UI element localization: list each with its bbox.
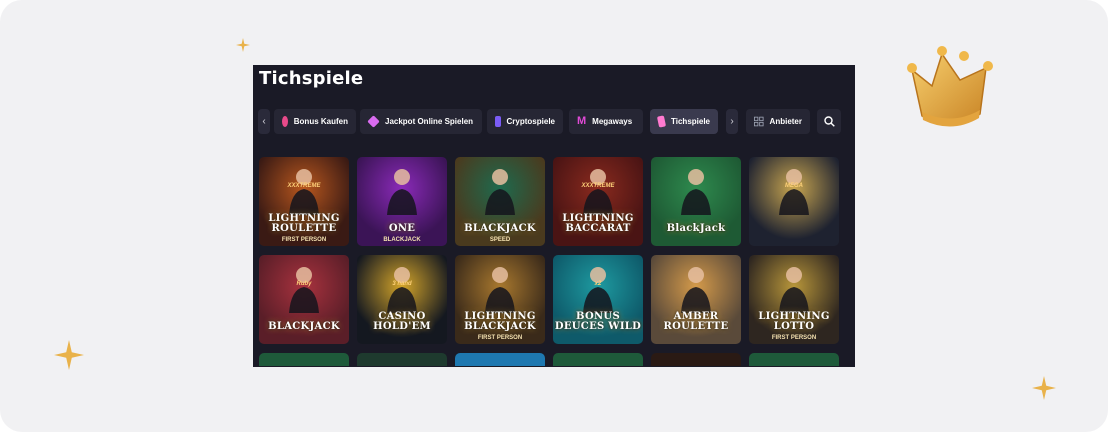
megaways-icon: M: [577, 115, 587, 127]
search-icon: [823, 116, 835, 127]
game-tag: x2: [594, 281, 602, 287]
dealer-figure: [777, 165, 811, 215]
sparkle-icon: [1032, 376, 1056, 400]
game-category-panel: Tichspiele ‹ Bonus Kaufen Jackpot Online…: [253, 65, 855, 367]
chevron-left-icon[interactable]: ‹: [258, 109, 270, 134]
chip-label: Megaways: [592, 117, 633, 126]
game-title: BONUS DEUCES WILD: [554, 311, 642, 332]
game-tile[interactable]: MEGA: [749, 157, 839, 246]
chevron-right-icon[interactable]: ›: [726, 109, 738, 134]
chip-jackpot[interactable]: Jackpot Online Spielen: [360, 109, 482, 134]
dealer-figure: [679, 165, 713, 215]
dealer-figure: [385, 263, 419, 313]
game-title: LIGHTNING LOTTO: [758, 311, 830, 332]
game-title: ONE: [388, 223, 416, 234]
game-tile[interactable]: LIGHTNING LOTTO FIRST PERSON: [749, 255, 839, 344]
game-title: BLACKJACK: [464, 223, 536, 234]
chip-label: Anbieter: [769, 117, 802, 126]
chip-label: Jackpot Online Spielen: [385, 117, 474, 126]
game-tile[interactable]: 3 hand CASINO HOLD'EM: [357, 255, 447, 344]
game-tile[interactable]: x2 BONUS DEUCES WILD: [553, 255, 643, 344]
dealer-figure: [287, 263, 321, 313]
game-tile-partial[interactable]: [651, 353, 741, 366]
game-tile[interactable]: Ruby BLACKJACK: [259, 255, 349, 344]
chip-label: Bonus Kaufen: [293, 117, 348, 126]
game-subtitle: SPEED: [489, 237, 511, 243]
chip-label: Tichspiele: [671, 117, 710, 126]
game-tag: Ruby: [296, 281, 312, 287]
crypto-icon: [495, 116, 501, 127]
sparkle-icon: [236, 38, 250, 52]
chip-label: Cryptospiele: [506, 117, 555, 126]
game-subtitle: FIRST PERSON: [771, 335, 817, 341]
game-tag: 3 hand: [392, 281, 412, 287]
game-title: BLACKJACK: [268, 321, 340, 332]
search-button[interactable]: [817, 109, 841, 134]
game-tag: MEGA: [785, 183, 803, 189]
dealer-figure: [581, 263, 615, 313]
game-tile[interactable]: XXXTREME LIGHTNING BACCARAT: [553, 157, 643, 246]
crown-icon: [907, 46, 993, 127]
game-subtitle: FIRST PERSON: [281, 237, 327, 243]
dealer-figure: [385, 165, 419, 215]
grid-icon: [754, 116, 764, 127]
chip-bonus-kaufen[interactable]: Bonus Kaufen: [274, 109, 356, 134]
game-tile-partial[interactable]: [553, 353, 643, 366]
dealer-figure: [777, 263, 811, 313]
dealer-figure: [679, 263, 713, 313]
game-title: CASINO HOLD'EM: [373, 311, 431, 332]
game-tile[interactable]: BLACKJACK SPEED: [455, 157, 545, 246]
chip-anbieter[interactable]: Anbieter: [746, 109, 810, 134]
cards-icon: [656, 115, 667, 128]
game-tile[interactable]: BlackJack: [651, 157, 741, 246]
dealer-figure: [287, 165, 321, 215]
game-tile-partial[interactable]: [357, 353, 447, 366]
game-title: LIGHTNING BACCARAT: [562, 213, 634, 234]
dealer-figure: [483, 263, 517, 313]
game-title: LIGHTNING BLACKJACK: [464, 311, 536, 332]
game-tile-partial[interactable]: [455, 353, 545, 366]
game-title: BlackJack: [666, 223, 726, 234]
game-tag: XXXTREME: [581, 183, 615, 189]
chip-tichspiele[interactable]: Tichspiele: [650, 109, 718, 134]
money-bag-icon: [282, 116, 288, 127]
diamond-icon: [367, 115, 380, 128]
game-subtitle: FIRST PERSON: [477, 335, 523, 341]
chip-megaways[interactable]: M Megaways: [569, 109, 643, 134]
game-subtitle: BLACKJACK: [383, 237, 421, 243]
category-nav: ‹ Bonus Kaufen Jackpot Online Spielen Cr…: [258, 109, 842, 134]
game-tile[interactable]: LIGHTNING BLACKJACK FIRST PERSON: [455, 255, 545, 344]
page-title: Tichspiele: [259, 68, 364, 89]
game-tile[interactable]: AMBER ROULETTE: [651, 255, 741, 344]
game-tile-partial[interactable]: [259, 353, 349, 366]
sparkle-icon: [54, 340, 84, 370]
game-title: AMBER ROULETTE: [663, 311, 729, 332]
dealer-figure: [483, 165, 517, 215]
game-title: LIGHTNING ROULETTE: [268, 213, 340, 234]
game-tile[interactable]: XXXTREME LIGHTNING ROULETTE FIRST PERSON: [259, 157, 349, 246]
dealer-figure: [581, 165, 615, 215]
game-tile[interactable]: ONE BLACKJACK: [357, 157, 447, 246]
chip-cryptospiele[interactable]: Cryptospiele: [487, 109, 563, 134]
game-tag: XXXTREME: [287, 183, 321, 189]
game-tile-partial[interactable]: [749, 353, 839, 366]
